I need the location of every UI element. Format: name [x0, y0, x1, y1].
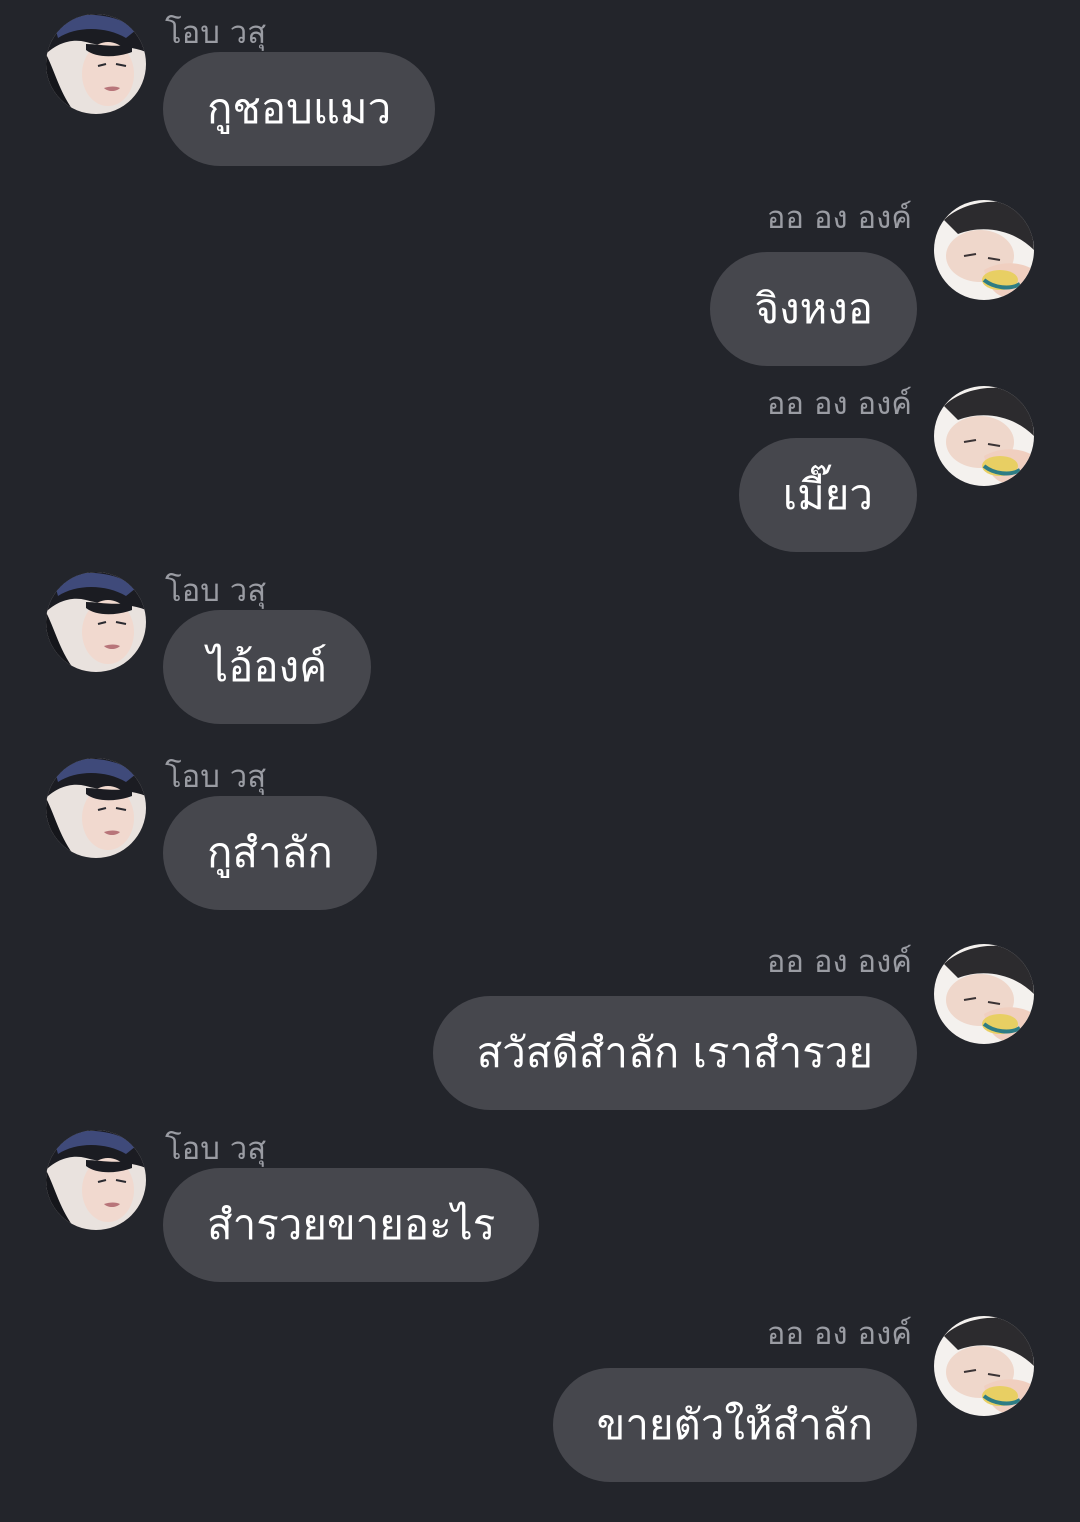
chat-thread[interactable]: โอบ วสุ กูชอบแมว ออ อง องค์ จิงหงอ ออ อง…	[0, 0, 1080, 1522]
message-bubble[interactable]: จิงหงอ	[710, 252, 917, 366]
avatar-dark-hair-man-icon[interactable]	[46, 572, 146, 672]
message-bubble[interactable]: สวัสดีสำลัก เราสำรวย	[432, 996, 917, 1110]
avatar-sleeping-man-icon[interactable]	[934, 1316, 1034, 1416]
avatar-sleeping-man-icon[interactable]	[934, 944, 1034, 1044]
sender-name: ออ อง องค์	[766, 386, 912, 422]
sender-name: ออ อง องค์	[766, 200, 912, 236]
avatar-sleeping-man-icon[interactable]	[934, 386, 1034, 486]
sender-name: โอบ วสุ	[165, 573, 267, 609]
avatar-dark-hair-man-icon[interactable]	[46, 758, 146, 858]
sender-name: ออ อง องค์	[766, 1316, 912, 1352]
sender-name: โอบ วสุ	[165, 1131, 267, 1167]
sender-name: โอบ วสุ	[165, 759, 267, 795]
message-bubble[interactable]: ขายตัวให้สำลัก	[552, 1368, 917, 1482]
avatar-dark-hair-man-icon[interactable]	[46, 14, 146, 114]
message-bubble[interactable]: เมี๊ยว	[738, 438, 917, 552]
avatar-dark-hair-man-icon[interactable]	[46, 1130, 146, 1230]
sender-name: โอบ วสุ	[165, 15, 267, 51]
message-bubble[interactable]: กูสำลัก	[163, 796, 377, 910]
avatar-sleeping-man-icon[interactable]	[934, 200, 1034, 300]
sender-name: ออ อง องค์	[766, 944, 912, 980]
message-bubble[interactable]: สำรวยขายอะไร	[163, 1168, 540, 1282]
message-bubble[interactable]: กูชอบแมว	[163, 52, 436, 166]
message-bubble[interactable]: ไอ้องค์	[163, 610, 372, 724]
